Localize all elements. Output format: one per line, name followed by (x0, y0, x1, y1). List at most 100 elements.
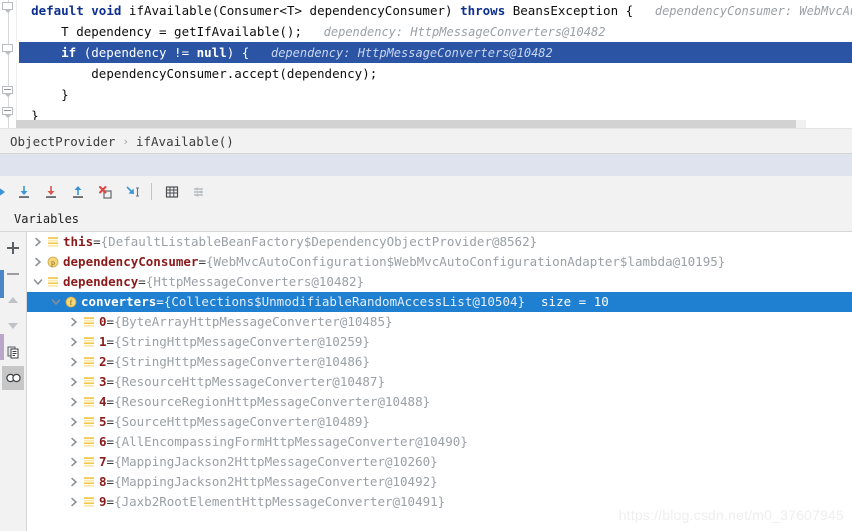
variable-row[interactable]: 1 = {StringHttpMessageConverter@10259} (27, 332, 852, 352)
code-editor[interactable]: default void ifAvailable(Consumer<T> dep… (0, 0, 852, 128)
move-down-button[interactable] (2, 314, 24, 338)
variable-row[interactable]: 8 = {MappingJackson2HttpMessageConverter… (27, 472, 852, 492)
chevron-right-icon: › (122, 134, 129, 148)
variables-tree[interactable]: this = {DefaultListableBeanFactory$Depen… (27, 232, 852, 531)
variable-row[interactable]: 6 = {AllEncompassingFormHttpMessageConve… (27, 432, 852, 452)
code-keyword: void (91, 3, 129, 18)
variable-value: {Jaxb2RootElementHttpMessageConverter@10… (114, 494, 446, 509)
hint-label: dependency: (301, 25, 411, 39)
equals-sign: = (106, 394, 115, 409)
code-line[interactable]: default void ifAvailable(Consumer<T> dep… (16, 0, 852, 21)
scrollbar-thumb[interactable] (16, 120, 796, 128)
field-icon (81, 392, 96, 412)
copy-button[interactable] (2, 340, 24, 364)
variable-name: converters (81, 294, 157, 309)
variable-name: 6 (99, 434, 107, 449)
variable-row[interactable]: 3 = {ResourceHttpMessageConverter@10487} (27, 372, 852, 392)
evaluate-expression-icon[interactable] (159, 179, 185, 205)
chevron-right-icon[interactable] (67, 412, 81, 432)
run-to-cursor-icon[interactable] (119, 179, 145, 205)
watches-button[interactable] (2, 366, 24, 390)
code-text: ) { (226, 45, 250, 60)
code-line[interactable]: } (16, 84, 852, 105)
chevron-right-icon[interactable] (67, 392, 81, 412)
fold-marker-collapse-2[interactable] (2, 107, 15, 120)
code-line[interactable]: T dependency = getIfAvailable(); depende… (16, 21, 852, 42)
field-icon (81, 492, 96, 512)
variable-row[interactable]: 2 = {StringHttpMessageConverter@10486} (27, 352, 852, 372)
filter-icon[interactable] (186, 179, 212, 205)
variable-value: {HttpMessageConverters@10482} (145, 274, 365, 289)
variable-name: this (63, 234, 94, 249)
code-line[interactable]: dependencyConsumer.accept(dependency); (16, 63, 852, 84)
breadcrumb-item-class[interactable]: ObjectProvider (10, 134, 115, 149)
step-over-icon[interactable] (11, 179, 37, 205)
equals-sign: = (106, 474, 115, 489)
variable-row[interactable]: this = {DefaultListableBeanFactory$Depen… (27, 232, 852, 252)
variable-value: {ByteArrayHttpMessageConverter@10485} (114, 314, 393, 329)
fold-marker-collapse-1[interactable] (2, 86, 15, 99)
field-icon (81, 372, 96, 392)
variable-row[interactable]: 0 = {ByteArrayHttpMessageConverter@10485… (27, 312, 852, 332)
variable-value: {ResourceRegionHttpMessageConverter@1048… (114, 394, 431, 409)
breadcrumb[interactable]: ObjectProvider › ifAvailable() (0, 128, 852, 154)
chevron-right-icon[interactable] (31, 252, 45, 272)
field-icon (45, 272, 60, 292)
variable-row[interactable]: 7 = {MappingJackson2HttpMessageConverter… (27, 452, 852, 472)
step-into-icon[interactable] (38, 179, 64, 205)
line-marker (16, 63, 19, 84)
code-text: T dependency = getIfAvailable(); (61, 24, 302, 39)
chevron-down-icon[interactable] (31, 272, 45, 292)
equals-sign: = (106, 434, 115, 449)
variable-row[interactable]: dependency = {HttpMessageConverters@1048… (27, 272, 852, 292)
variable-value: {AllEncompassingFormHttpMessageConverter… (114, 434, 468, 449)
code-text: dependencyConsumer.accept(dependency); (91, 66, 378, 81)
chevron-right-icon[interactable] (67, 372, 81, 392)
variable-row[interactable]: f converters = {Collections$UnmodifiableR… (27, 292, 852, 312)
field-icon (81, 472, 96, 492)
chevron-right-icon[interactable] (67, 332, 81, 352)
chevron-right-icon[interactable] (31, 232, 45, 252)
variables-panel-title: Variables (0, 207, 852, 232)
debug-tab-bar[interactable] (0, 154, 852, 177)
chevron-right-icon[interactable] (67, 492, 81, 512)
fold-marker-expanded[interactable] (2, 2, 15, 15)
chevron-down-icon[interactable] (49, 292, 63, 312)
hint-value: HttpMessageConverters@10482 (357, 46, 553, 60)
remove-watch-button[interactable] (2, 262, 24, 286)
step-out-icon[interactable] (65, 179, 91, 205)
add-watch-button[interactable] (2, 236, 24, 260)
breadcrumb-item-method[interactable]: ifAvailable() (136, 134, 234, 149)
variable-value: {WebMvcAutoConfiguration$WebMvcAutoConfi… (206, 254, 726, 269)
move-up-button[interactable] (2, 288, 24, 312)
editor-gutter[interactable] (0, 0, 17, 128)
debugger-toolbar[interactable] (0, 176, 852, 208)
debugger-window: default void ifAvailable(Consumer<T> dep… (0, 0, 852, 531)
chevron-right-icon[interactable] (67, 312, 81, 332)
variable-row[interactable]: p dependencyConsumer = {WebMvcAutoConfigu… (27, 252, 852, 272)
chevron-right-icon[interactable] (67, 352, 81, 372)
code-text: } (61, 87, 69, 102)
rail-indicator-purple (0, 334, 4, 360)
code-line[interactable]: if (dependency != null) { dependency: Ht… (16, 42, 852, 63)
equals-sign: = (106, 334, 115, 349)
equals-sign: = (106, 314, 115, 329)
equals-sign: = (106, 414, 115, 429)
editor-horizontal-scrollbar[interactable] (16, 120, 806, 128)
variable-row[interactable]: 5 = {SourceHttpMessageConverter@10489} (27, 412, 852, 432)
show-execution-point-icon[interactable] (0, 179, 10, 205)
inline-debug-hint: dependency: HttpMessageConverters@10482 (249, 46, 553, 60)
fold-marker-selected[interactable] (2, 44, 15, 57)
code-lines[interactable]: default void ifAvailable(Consumer<T> dep… (16, 0, 852, 128)
variable-row[interactable]: 4 = {ResourceRegionHttpMessageConverter@… (27, 392, 852, 412)
chevron-right-icon[interactable] (67, 452, 81, 472)
chevron-right-icon[interactable] (67, 472, 81, 492)
code-text: ifAvailable(Consumer<T> dependencyConsum… (128, 3, 461, 18)
force-step-into-icon[interactable] (92, 179, 118, 205)
variable-value: {Collections$UnmodifiableRandomAccessLis… (163, 294, 526, 309)
variables-side-rail[interactable] (0, 232, 27, 531)
collection-size: size = 10 (541, 294, 609, 309)
chevron-right-icon[interactable] (67, 432, 81, 452)
